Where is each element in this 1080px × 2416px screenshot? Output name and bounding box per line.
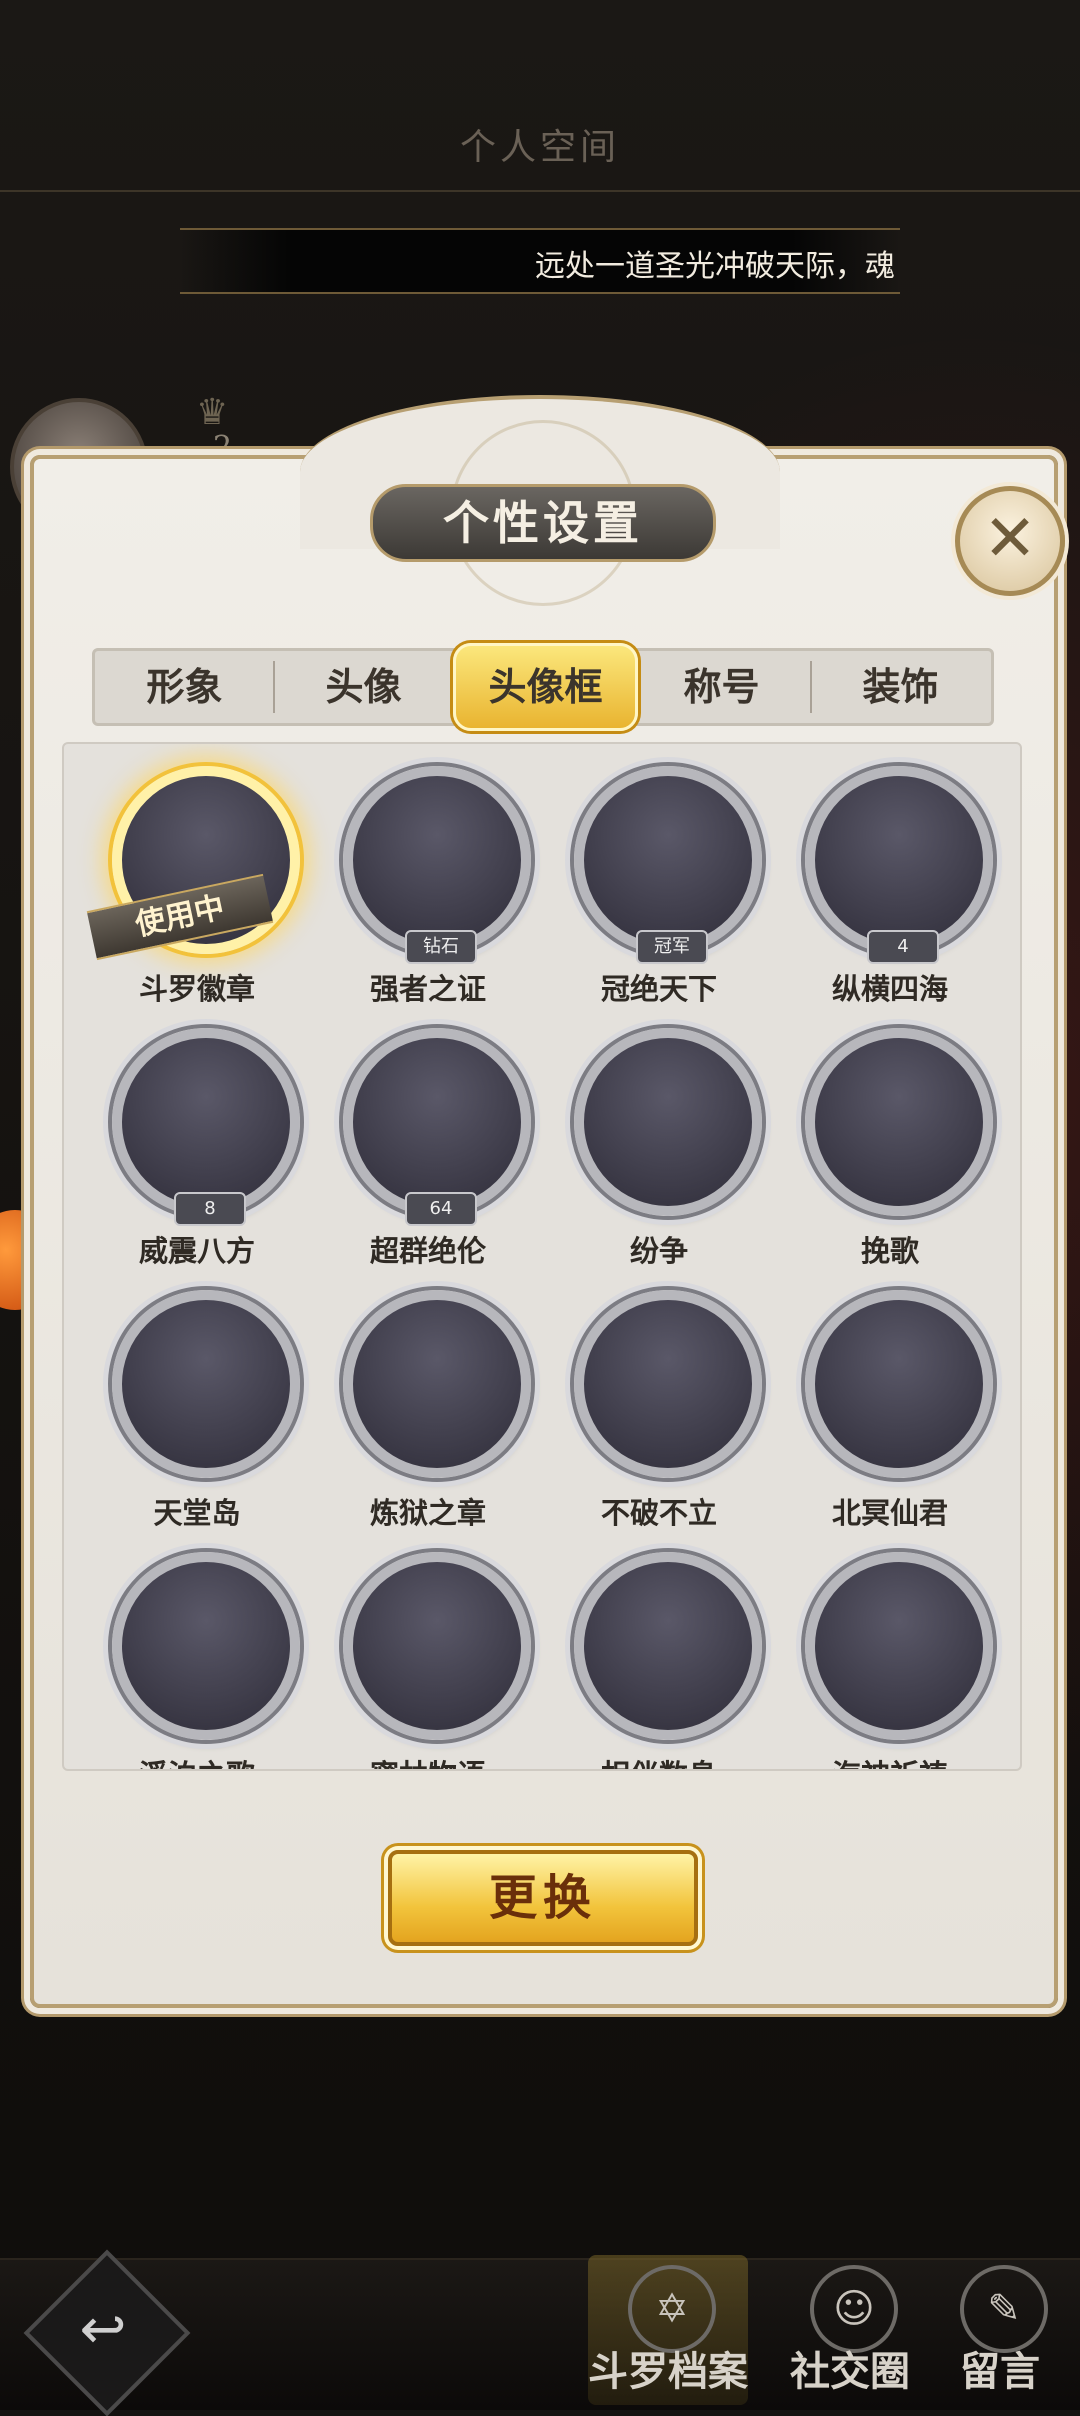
frame-name: 海神祈祷 (787, 1752, 993, 1769)
frame-item[interactable]: 64 超群绝伦 (325, 1014, 555, 1276)
frame-name: 北冥仙君 (831, 1496, 948, 1530)
frame-ring-icon (112, 1290, 300, 1478)
frame-item[interactable]: 挽歌 (787, 1014, 1017, 1276)
frame-item[interactable]: 纷争 (556, 1014, 786, 1276)
change-button[interactable]: 更换 (388, 1850, 698, 1946)
frame-ring-icon (574, 1290, 762, 1478)
frame-tier-badge: 8 (174, 1192, 246, 1226)
frame-item[interactable]: 冠军冠绝天下 (556, 752, 786, 1014)
frame-name: 不破不立 (600, 1496, 717, 1530)
nav-item-0[interactable]: ✡ 斗罗档案 (588, 2255, 748, 2405)
frame-ring-icon (805, 1028, 993, 1216)
frame-name: 纵横四海 (831, 972, 948, 1006)
frame-tier-badge: 4 (867, 930, 939, 964)
frame-item[interactable]: 海神祈祷 (787, 1538, 1017, 1769)
panel-title: 个性设置 (370, 484, 716, 562)
frame-name: 相伴数息 (556, 1752, 762, 1769)
nav-item-2[interactable]: ✎ 留言 (920, 2255, 1080, 2405)
tab-separator (810, 661, 812, 713)
frame-tier-badge: 64 (405, 1192, 477, 1226)
frame-name: 强者之证 (369, 972, 486, 1006)
crown-icon: ♛ (196, 392, 229, 433)
frame-ring-icon (112, 1028, 300, 1216)
tab-bar: 形象 头像 头像框 称号 装饰 (92, 643, 994, 731)
frame-name: 溪泊之歌 (94, 1752, 300, 1769)
tab-0[interactable]: 形象 (95, 651, 274, 723)
announcement-marquee: 远处一道圣光冲破天际，魂 (180, 228, 900, 294)
frame-ring-icon (343, 1028, 531, 1216)
frame-ring-icon (805, 766, 993, 954)
frame-name: 超群绝伦 (369, 1234, 486, 1268)
frame-ring-icon (805, 1552, 993, 1740)
close-icon: ✕ (983, 502, 1037, 576)
frame-tier-badge: 钻石 (405, 930, 477, 964)
tab-4[interactable]: 装饰 (811, 651, 990, 723)
frame-ring-icon (574, 766, 762, 954)
nav-label: 斗罗档案 (588, 2348, 748, 2395)
tab-1[interactable]: 头像 (274, 651, 453, 723)
header-divider (0, 190, 1080, 192)
frame-item[interactable]: 相伴数息 (556, 1538, 786, 1769)
frame-name: 蜜林物语 (325, 1752, 531, 1769)
marquee-text: 远处一道圣光冲破天际，魂 (535, 250, 895, 283)
frame-name: 威震八方 (138, 1234, 255, 1268)
frame-ring-icon (343, 766, 531, 954)
frame-name: 炼狱之章 (369, 1496, 486, 1530)
frame-item[interactable]: 钻石强者之证 (325, 752, 555, 1014)
frame-name: 挽歌 (860, 1234, 919, 1268)
frame-ring-icon (574, 1552, 762, 1740)
frame-item[interactable]: 8 威震八方 (94, 1014, 324, 1276)
frame-item[interactable]: 炼狱之章 (325, 1276, 555, 1538)
frame-grid: 使用中 斗罗徽章 钻石 强者之证 冠军 冠绝天下 4 纵横四海 8 威震八方 64 超群绝伦 纷争 挽歌天… (62, 742, 1022, 1771)
frame-name: 冠绝天下 (600, 972, 717, 1006)
tab-separator (273, 661, 275, 713)
frame-item[interactable]: 天堂岛 (94, 1276, 324, 1538)
frame-item[interactable]: 不破不立 (556, 1276, 786, 1538)
frame-item[interactable]: 4 纵横四海 (787, 752, 1017, 1014)
page-title: 个人空间 (459, 127, 620, 168)
frame-ring-icon (805, 1290, 993, 1478)
tab-3[interactable]: 称号 (632, 651, 811, 723)
frame-item[interactable]: 溪泊之歌 (94, 1538, 324, 1769)
frame-item[interactable]: 蜜林物语 (325, 1538, 555, 1769)
nav-label: 留言 (960, 2348, 1040, 2395)
frame-ring-icon (343, 1552, 531, 1740)
frame-name: 天堂岛 (153, 1496, 241, 1530)
frame-item[interactable]: 使用中 斗罗徽章 (86, 752, 324, 1014)
frame-item[interactable]: 北冥仙君 (787, 1276, 1017, 1538)
frame-name: 斗罗徽章 (138, 972, 255, 1006)
frame-ring-icon (112, 1552, 300, 1740)
tab-2[interactable]: 头像框 (453, 643, 638, 731)
frame-ring-icon (574, 1028, 762, 1216)
close-button[interactable]: ✕ (955, 486, 1065, 596)
frame-ring-icon (343, 1290, 531, 1478)
back-arrow-icon: ↩ (79, 2297, 127, 2362)
frame-name: 纷争 (629, 1234, 688, 1268)
frame-tier-badge: 冠军 (636, 930, 708, 964)
